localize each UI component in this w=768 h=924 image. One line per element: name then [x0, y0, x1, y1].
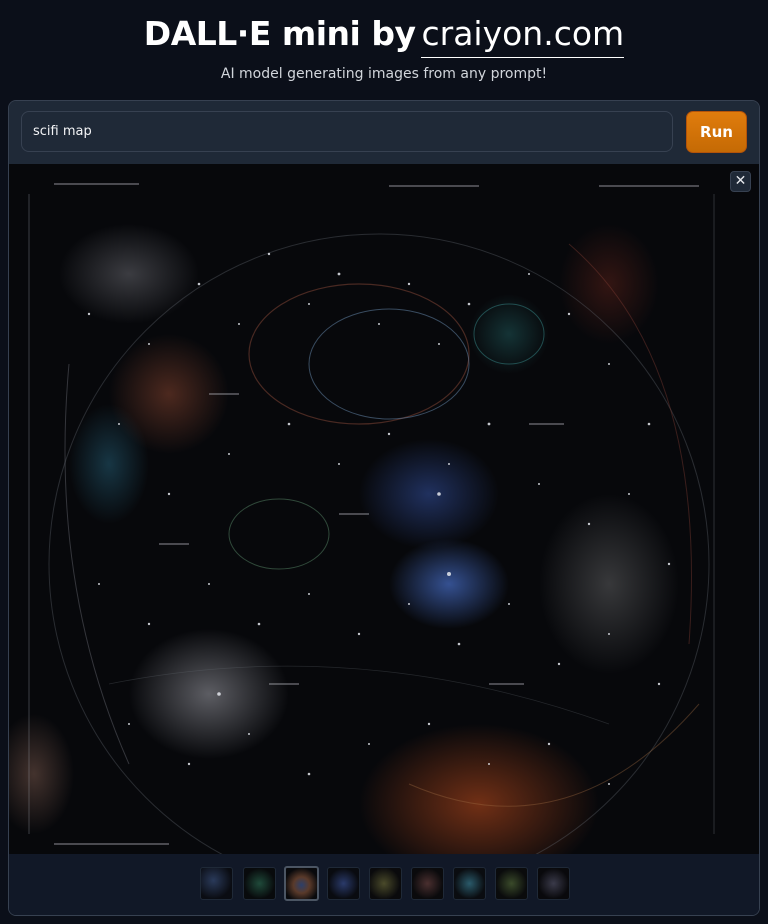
close-gallery-button[interactable]: ✕ [730, 171, 751, 192]
title-text: DALL·E mini by [143, 14, 416, 53]
thumbnail-8[interactable] [495, 867, 528, 900]
thumbnail-5[interactable] [369, 867, 402, 900]
thumbnail-2[interactable] [243, 867, 276, 900]
space-map-illustration [28, 183, 715, 854]
header: DALL·E mini by craiyon.com AI model gener… [0, 0, 768, 100]
generated-image[interactable]: ✕ [9, 164, 759, 854]
page-title: DALL·E mini by craiyon.com [0, 14, 768, 58]
subtitle: AI model generating images from any prom… [220, 66, 548, 82]
thumbnail-1[interactable] [200, 867, 233, 900]
thumbnail-strip [9, 854, 759, 915]
thumbnail-6[interactable] [411, 867, 444, 900]
thumbnail-7[interactable] [453, 867, 486, 900]
prompt-row: Run [9, 101, 759, 164]
thumbnail-3[interactable] [284, 866, 319, 901]
page: DALL·E mini by craiyon.com AI model gener… [0, 0, 768, 924]
thumbnail-9[interactable] [537, 867, 570, 900]
image-gallery: ✕ [9, 164, 759, 915]
craiyon-link[interactable]: craiyon.com [421, 14, 625, 58]
generator-panel: Run [8, 100, 760, 916]
prompt-input[interactable] [21, 111, 673, 152]
run-button[interactable]: Run [686, 111, 747, 153]
thumbnail-4[interactable] [327, 867, 360, 900]
